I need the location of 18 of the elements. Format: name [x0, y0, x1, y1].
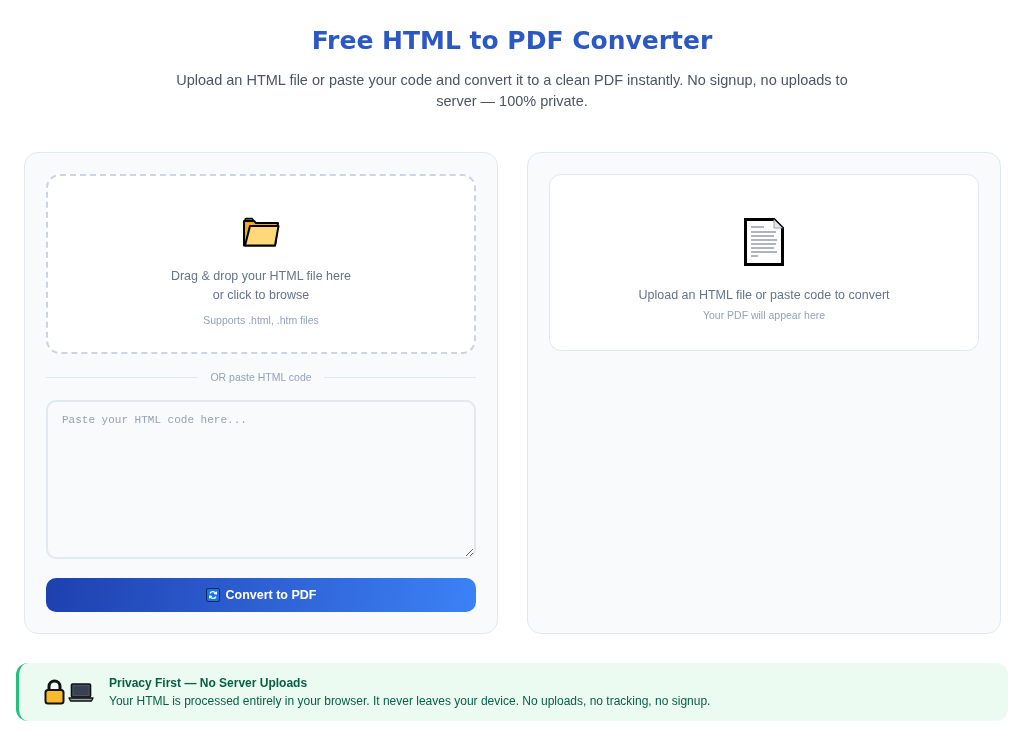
file-types-hint: Supports .html, .htm files [203, 313, 319, 327]
document-icon [744, 218, 784, 266]
browse-prompt: or click to browse [212, 287, 310, 304]
folder-icon [242, 217, 280, 247]
lock-icon [44, 679, 65, 705]
divider-label: OR paste HTML code [210, 370, 312, 384]
laptop-icon [68, 682, 94, 702]
file-dropzone[interactable]: Drag & drop your HTML file here or click to browse Supports .html, .htm files [46, 174, 476, 354]
preview-message: Upload an HTML file or paste code to convert [638, 287, 890, 304]
html-code-field[interactable]: Paste your HTML code here... [46, 400, 476, 559]
privacy-text: Your HTML is processed entirely in your browser. It never leaves your device. No uploads, no tracking, no signup. [109, 693, 711, 710]
privacy-title: Privacy First — No Server Uploads [109, 675, 309, 692]
refresh-icon [205, 588, 220, 602]
convert-button[interactable]: Convert to PDF [46, 578, 476, 612]
page-subtitle: Upload an HTML file or paste your code and convert it to a clean PDF instantly. No signup, no uploads to server — 100% private. [175, 71, 849, 111]
page-title: Free HTML to PDF Converter [311, 25, 713, 57]
dropzone-instruction: Drag & drop your HTML file here [170, 268, 352, 285]
preview-hint: Your PDF will appear here [702, 308, 826, 322]
